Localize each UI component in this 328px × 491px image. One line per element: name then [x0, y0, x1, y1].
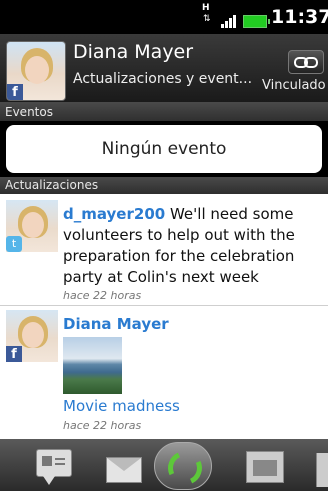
post-author-avatar[interactable]: f	[6, 310, 58, 362]
status-bar: H ⇅ 11:37	[0, 0, 328, 34]
contact-header: f Diana Mayer Actualizaciones y event...…	[0, 34, 328, 102]
facebook-badge-icon: f	[7, 84, 23, 100]
message-tab-icon[interactable]	[30, 445, 76, 487]
data-activity-icon: H ⇅	[202, 3, 211, 24]
signal-strength-icon	[221, 12, 237, 28]
more-tab-icon[interactable]	[316, 453, 328, 487]
bottom-tab-bar	[0, 439, 328, 491]
events-empty-card: Ningún evento	[6, 125, 322, 173]
tweet-author-name[interactable]: d_mayer200	[63, 205, 165, 223]
tweet-timestamp: hace 22 horas	[63, 289, 142, 302]
battery-icon	[243, 15, 270, 28]
contact-name: Diana Mayer	[73, 41, 194, 63]
updates-section-header: Actualizaciones	[0, 177, 328, 194]
tweet-author-avatar[interactable]: t	[6, 200, 58, 252]
media-tab-icon[interactable]	[240, 445, 286, 487]
post-author-name[interactable]: Diana Mayer	[63, 315, 169, 333]
mail-tab-icon[interactable]	[100, 445, 146, 487]
data-type-label: H	[202, 3, 210, 13]
link-status-label: Vinculado	[262, 78, 326, 93]
sync-tab-icon[interactable]	[154, 442, 212, 490]
contact-subtitle: Actualizaciones y event...	[73, 71, 253, 87]
tweet-text[interactable]: d_mayer200 We'll need some volunteers to…	[63, 204, 321, 288]
contact-avatar[interactable]: f	[6, 41, 66, 101]
facebook-badge-icon: f	[6, 346, 22, 362]
status-time: 11:37	[271, 6, 328, 28]
post-header: Diana Mayer	[63, 314, 321, 335]
post-link[interactable]: Movie madness	[63, 397, 180, 415]
post-timestamp: hace 22 horas	[63, 419, 142, 432]
post-photo[interactable]	[63, 337, 122, 394]
link-button[interactable]	[288, 50, 324, 74]
events-section-header: Eventos	[0, 102, 328, 122]
twitter-badge-icon: t	[6, 236, 22, 252]
feed-divider	[0, 305, 328, 306]
